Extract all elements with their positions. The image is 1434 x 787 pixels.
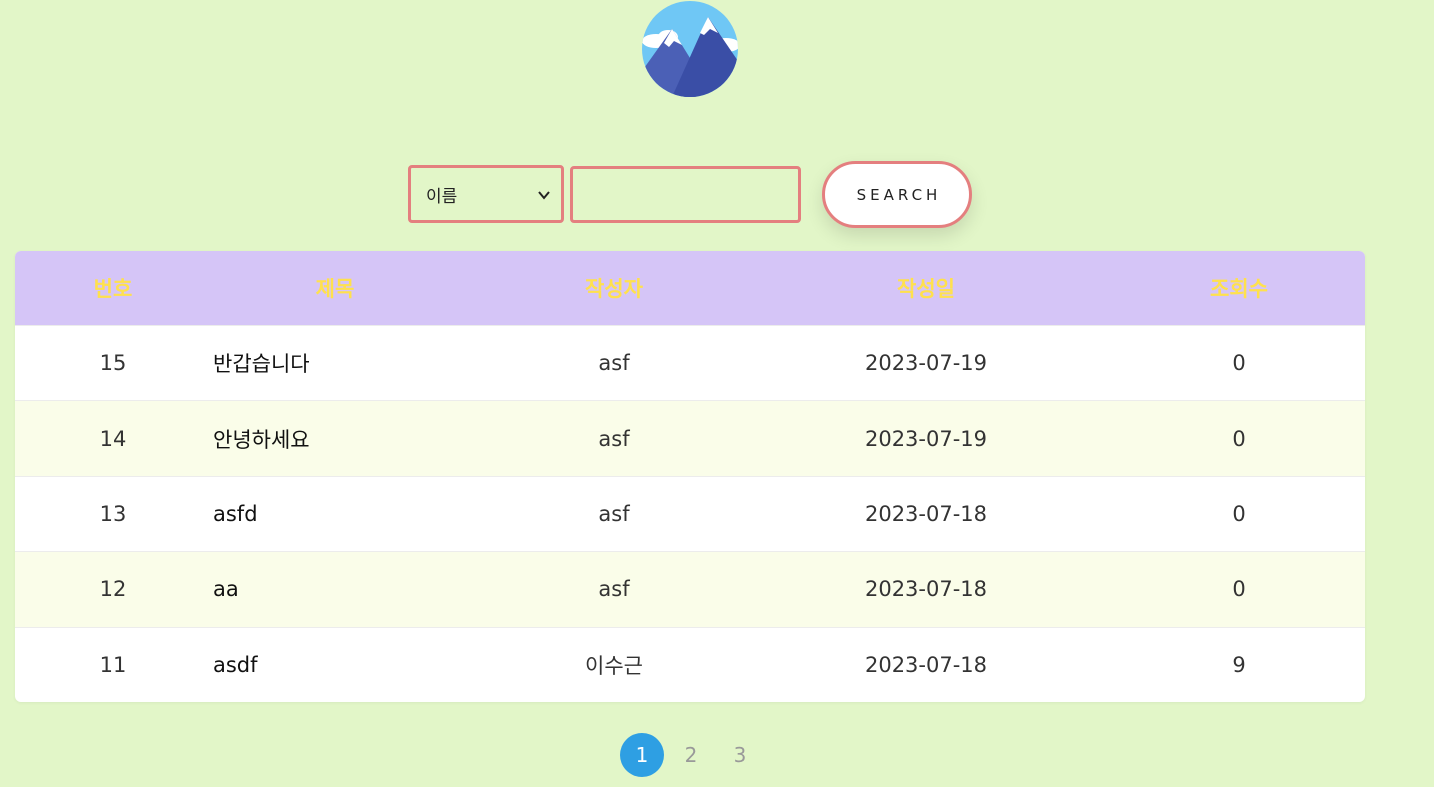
post-title-link[interactable]: asfd [211,502,489,526]
post-views: 9 [1232,652,1246,677]
column-header-title: 제목 [315,277,355,301]
post-writer: asf [598,351,630,376]
column-header-writer: 작성자 [585,277,643,301]
table-row[interactable]: 14 안녕하세요 asf 2023-07-19 0 [15,400,1365,476]
post-views: 0 [1232,426,1246,451]
post-title-link[interactable]: 반갑습니다 [211,348,489,378]
chevron-down-icon [538,191,550,200]
post-writer: 이수근 [585,653,643,678]
post-date: 2023-07-19 [864,351,988,376]
column-header-views: 조회수 [1210,277,1268,301]
table-row[interactable]: 15 반갑습니다 asf 2023-07-19 0 [15,325,1365,400]
search-input[interactable] [570,166,801,223]
post-number: 11 [99,652,127,677]
table-row[interactable]: 13 asfd asf 2023-07-18 0 [15,475,1365,551]
post-title-link[interactable]: aa [211,577,489,601]
page-3-button[interactable]: 3 [718,733,762,777]
pagination: 1 2 3 [620,733,767,777]
table-row[interactable]: 11 asdf 이수근 2023-07-18 9 [15,626,1365,702]
page-1-button[interactable]: 1 [620,733,664,777]
post-writer: asf [598,577,630,602]
table-row[interactable]: 12 aa asf 2023-07-18 0 [15,551,1365,627]
search-type-select[interactable]: 이름 [408,165,564,223]
post-number: 15 [99,351,127,376]
search-type-value: 이름 [426,186,458,207]
search-bar: 이름 SEARCH [0,161,1434,229]
post-title-link[interactable]: asdf [211,653,489,677]
post-writer: asf [598,426,630,451]
board-table: 번호 제목 작성자 작성일 조회수 15 반갑습니다 asf 2023-07-1… [15,251,1365,702]
post-date: 2023-07-18 [864,652,988,677]
post-number: 12 [99,577,127,602]
post-views: 0 [1232,501,1246,526]
post-writer: asf [598,501,630,526]
post-number: 14 [99,426,127,451]
post-date: 2023-07-18 [864,501,988,526]
search-button[interactable]: SEARCH [822,161,972,228]
post-date: 2023-07-19 [864,426,988,451]
mountain-logo-icon [642,1,738,97]
post-date: 2023-07-18 [864,577,988,602]
table-header: 번호 제목 작성자 작성일 조회수 [15,251,1365,325]
post-title-link[interactable]: 안녕하세요 [211,424,489,454]
post-views: 0 [1232,351,1246,376]
page-2-button[interactable]: 2 [669,733,713,777]
post-views: 0 [1232,577,1246,602]
column-header-date: 작성일 [897,277,955,301]
post-number: 13 [99,501,127,526]
column-header-number: 번호 [93,277,133,301]
